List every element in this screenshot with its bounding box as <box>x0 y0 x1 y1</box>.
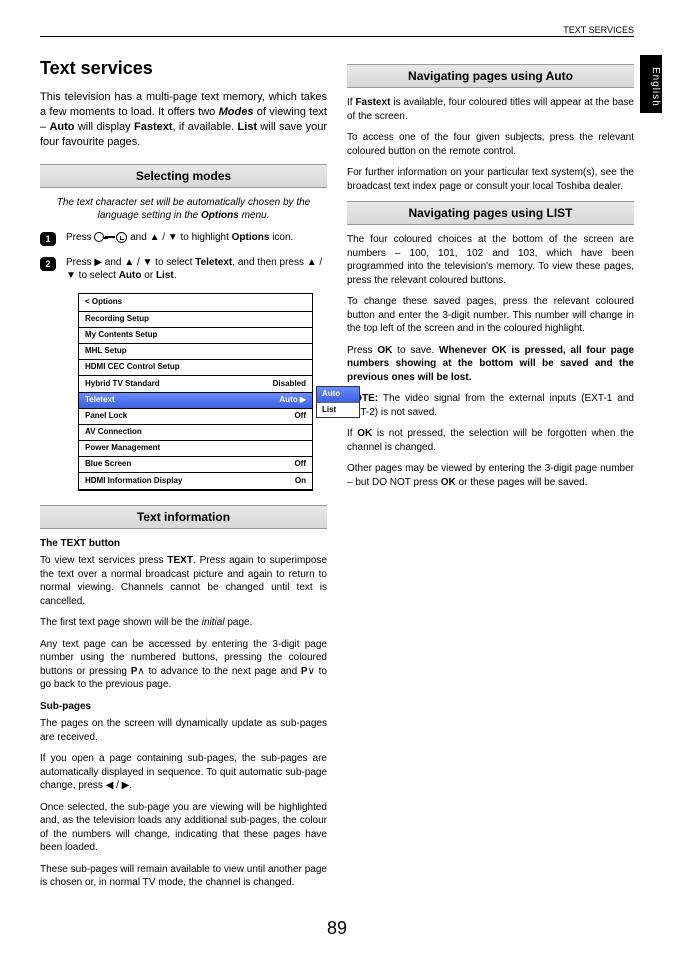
nav-list-p1: The four coloured choices at the bottom … <box>347 233 634 287</box>
text-info-p2: The first text page shown will be the in… <box>40 616 327 630</box>
menu-title: < Options <box>79 294 312 312</box>
options-menu-screenshot: < Options Recording Setup My Contents Se… <box>78 293 313 491</box>
nav-list-p3: Press OK to save. Whenever OK is pressed… <box>347 344 634 385</box>
menu-row-av: AV Connection <box>79 425 312 441</box>
nav-auto-p2: To access one of the four given subjects… <box>347 131 634 158</box>
section-text-information: Text information <box>40 505 327 529</box>
popup-list: List <box>317 403 359 418</box>
menu-row-hdmi-info: HDMI Information DisplayOn <box>79 473 312 489</box>
language-tab: English <box>640 55 662 113</box>
text-info-p4: The pages on the screen will dynamically… <box>40 717 327 744</box>
nav-list-p5: If OK is not pressed, the selection will… <box>347 427 634 454</box>
section-nav-list: Navigating pages using LIST <box>347 201 634 225</box>
section-selecting-modes: Selecting modes <box>40 164 327 188</box>
intro-paragraph: This television has a multi-page text me… <box>40 90 327 149</box>
step-badge-1: 1 <box>40 232 56 246</box>
nav-auto-p1: If Fastext is available, four coloured t… <box>347 96 634 123</box>
subpages-heading: Sub-pages <box>40 700 327 714</box>
step-2-text: Press ▶ and ▲ / ▼ to select Teletext, an… <box>66 256 327 283</box>
right-column: Navigating pages using Auto If Fastext i… <box>347 56 634 898</box>
step-1: 1 Press and ▲ / ▼ to highlight Options i… <box>40 231 327 246</box>
text-info-p7: These sub-pages will remain available to… <box>40 863 327 890</box>
selecting-modes-note: The text character set will be automatic… <box>40 196 327 223</box>
section-nav-auto: Navigating pages using Auto <box>347 64 634 88</box>
menu-row-mhl: MHL Setup <box>79 344 312 360</box>
menu-row-recording: Recording Setup <box>79 312 312 328</box>
menu-row-power: Power Management <box>79 441 312 457</box>
running-header: TEXT SERVICES <box>563 24 634 36</box>
step-2: 2 Press ▶ and ▲ / ▼ to select Teletext, … <box>40 256 327 283</box>
header-rule <box>40 36 634 37</box>
text-info-p1: To view text services press TEXT. Press … <box>40 554 327 608</box>
left-column: Text services This television has a mult… <box>40 56 327 898</box>
nav-list-p6: Other pages may be viewed by entering th… <box>347 462 634 489</box>
step-1-text: Press and ▲ / ▼ to highlight Options ico… <box>66 231 327 245</box>
page-number: 89 <box>0 916 674 940</box>
menu-row-teletext: TeletextAuto ▶ <box>79 393 312 409</box>
text-info-p6: Once selected, the sub-page you are view… <box>40 801 327 855</box>
menu-row-panel-lock: Panel LockOff <box>79 409 312 425</box>
two-column-layout: Text services This television has a mult… <box>40 56 634 898</box>
text-info-p3: Any text page can be accessed by enterin… <box>40 638 327 692</box>
text-info-p5: If you open a page containing sub-pages,… <box>40 752 327 793</box>
menu-row-blue: Blue ScreenOff <box>79 457 312 473</box>
nav-auto-p3: For further information on your particul… <box>347 166 634 193</box>
menu-row-hdmi-cec: HDMI CEC Control Setup <box>79 360 312 376</box>
teletext-popup: Auto List <box>316 386 360 419</box>
popup-auto: Auto <box>317 387 359 403</box>
return-icon <box>116 232 127 243</box>
quick-icon <box>94 232 104 242</box>
menu-row-hybrid: Hybrid TV StandardDisabled <box>79 376 312 392</box>
text-button-heading: The TEXT button <box>40 537 327 551</box>
nav-list-p2: To change these saved pages, press the r… <box>347 295 634 336</box>
nav-list-p4: NOTE: The video signal from the external… <box>347 392 634 419</box>
menu-row-contents: My Contents Setup <box>79 328 312 344</box>
page-title: Text services <box>40 56 327 80</box>
step-badge-2: 2 <box>40 257 56 271</box>
